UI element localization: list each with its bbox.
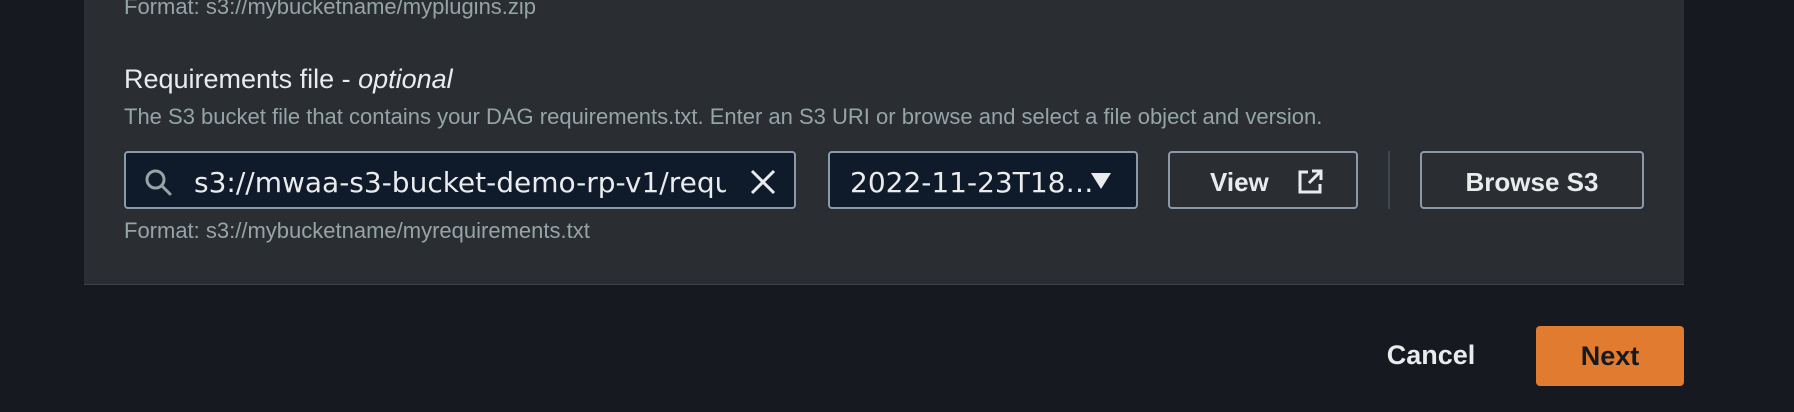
requirements-uri-input[interactable]: s3://mwaa-s3-bucket-demo-rp-v1/require (124, 151, 796, 209)
browse-s3-button-label: Browse S3 (1465, 167, 1599, 197)
view-button[interactable]: View (1168, 151, 1358, 209)
browse-s3-button[interactable]: Browse S3 (1420, 151, 1644, 209)
button-divider (1388, 151, 1390, 209)
next-button[interactable]: Next (1536, 326, 1684, 386)
requirements-description: The S3 bucket file that contains your DA… (124, 104, 1323, 129)
requirements-label-text: Requirements file - (124, 64, 359, 94)
optional-tag: optional (358, 64, 453, 94)
wizard-page: Format: s3://mybucketname/myplugins.zip … (0, 0, 1794, 412)
close-icon[interactable] (748, 167, 778, 197)
search-icon (145, 169, 172, 196)
version-value: 2022-11-23T18… (850, 166, 1094, 199)
external-link-icon (1298, 169, 1323, 194)
version-select[interactable]: 2022-11-23T18… (828, 151, 1138, 209)
requirements-format-hint: Format: s3://mybucketname/myrequirements… (124, 218, 590, 243)
requirements-uri-value[interactable]: s3://mwaa-s3-bucket-demo-rp-v1/require (194, 166, 726, 199)
view-button-label: View (1210, 167, 1269, 197)
caret-down-icon (1091, 173, 1111, 189)
requirements-field-label: Requirements file - optional (124, 64, 453, 95)
plugins-format-hint: Format: s3://mybucketname/myplugins.zip (124, 0, 537, 19)
cancel-button[interactable]: Cancel (1376, 330, 1486, 380)
